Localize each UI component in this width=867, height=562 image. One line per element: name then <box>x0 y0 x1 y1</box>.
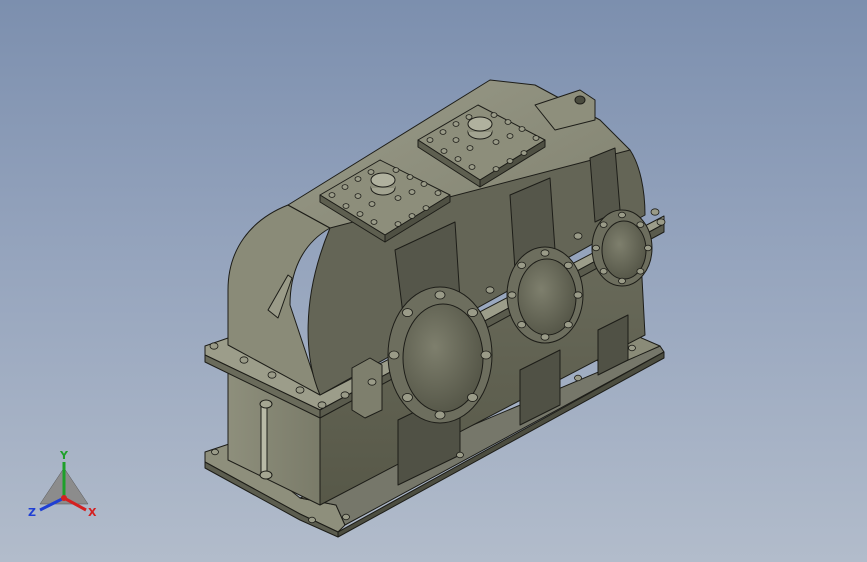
bolt-icon <box>456 451 464 459</box>
bolt-icon <box>394 195 402 201</box>
bolt-icon <box>317 401 327 409</box>
bolt-icon <box>485 286 495 294</box>
bolt-icon <box>452 121 460 127</box>
bolt-icon <box>356 211 364 217</box>
bolt-icon <box>239 356 249 364</box>
bolt-icon <box>490 112 498 118</box>
bolt-icon <box>468 164 476 170</box>
bolt-icon <box>422 205 430 211</box>
bolt-icon <box>636 268 645 275</box>
model-viewport[interactable] <box>0 0 867 562</box>
bolt-icon <box>342 513 350 521</box>
bolt-icon <box>592 244 600 252</box>
bolt-icon <box>504 119 512 125</box>
bolt-icon <box>392 167 400 173</box>
bolt-icon <box>340 391 350 399</box>
bolt-icon <box>573 291 583 299</box>
bolt-icon <box>540 333 550 341</box>
bolt-icon <box>406 174 414 180</box>
bolt-icon <box>518 126 526 132</box>
bolt-icon <box>368 201 376 207</box>
bolt-icon <box>492 166 500 172</box>
bolt-icon <box>420 181 428 187</box>
bolt-icon <box>354 193 362 199</box>
bolt-icon <box>618 277 626 285</box>
bolt-icon <box>370 219 378 225</box>
bolt-icon <box>308 516 316 524</box>
bolt-icon <box>367 378 377 386</box>
bolt-icon <box>454 156 462 162</box>
bolt-icon <box>492 139 500 145</box>
bolt-icon <box>267 371 277 379</box>
bolt-icon <box>507 291 517 299</box>
bolt-icon <box>440 148 448 154</box>
bolt-icon <box>636 221 645 228</box>
bolt-icon <box>467 393 478 402</box>
bolt-icon <box>434 410 446 420</box>
bolt-icon <box>408 189 416 195</box>
bolt-icon <box>426 137 434 143</box>
bolt-icon <box>506 158 514 164</box>
bolt-icon <box>540 249 550 257</box>
bolt-icon <box>408 213 416 219</box>
gearbox-model[interactable] <box>204 79 666 538</box>
bolt-icon <box>402 308 413 317</box>
bolt-icon <box>328 192 336 198</box>
bolt-icon <box>517 321 527 329</box>
bolt-icon <box>211 448 219 456</box>
bolt-icon <box>452 137 460 143</box>
bolt-icon <box>402 393 413 402</box>
bolt-icon <box>209 342 219 350</box>
bolt-icon <box>439 129 447 135</box>
bolt-icon <box>517 261 527 269</box>
bolt-icon <box>520 150 528 156</box>
z-axis-label: Z <box>28 506 36 519</box>
bolt-icon <box>466 145 474 151</box>
bolt-icon <box>467 308 478 317</box>
bearing-cap-large <box>387 286 493 424</box>
bolt-icon <box>434 290 446 300</box>
bolt-icon <box>563 321 573 329</box>
x-axis-label: X <box>88 506 97 519</box>
bolt-icon <box>367 169 375 175</box>
bolt-icon <box>532 135 540 141</box>
bolt-icon <box>388 350 400 360</box>
view-orientation-triad[interactable]: Y X Z <box>26 448 106 528</box>
bolt-icon <box>394 221 402 227</box>
bolt-icon <box>465 114 473 120</box>
side-bracket <box>351 357 383 419</box>
bolt-icon <box>573 232 583 240</box>
bolt-icon <box>434 190 442 196</box>
bolt-icon <box>354 176 362 182</box>
bolt-icon <box>656 218 666 226</box>
bolt-icon <box>506 133 514 139</box>
bearing-cap-medium <box>506 246 584 344</box>
bolt-icon <box>644 244 652 252</box>
bolt-icon <box>342 203 350 209</box>
bolt-icon <box>341 184 349 190</box>
bolt-icon <box>563 261 573 269</box>
bolt-icon <box>599 221 608 228</box>
bolt-icon <box>574 374 582 382</box>
bearing-cap-small <box>591 209 653 287</box>
bolt-icon <box>628 344 636 352</box>
bolt-icon <box>599 268 608 275</box>
bolt-icon <box>650 208 660 216</box>
bolt-icon <box>295 386 305 394</box>
triad-origin-icon <box>61 495 67 501</box>
bolt-icon <box>480 350 492 360</box>
bolt-icon <box>618 211 626 219</box>
y-axis-label: Y <box>59 449 69 462</box>
